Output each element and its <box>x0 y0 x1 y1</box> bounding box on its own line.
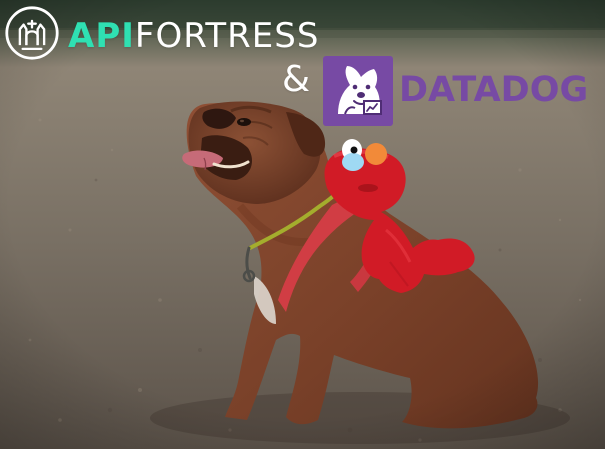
apifortress-wordmark-api: API <box>68 16 135 56</box>
datadog-logo: DATADOG <box>323 56 601 128</box>
apifortress-wordmark: APIFORTRESS <box>68 14 319 58</box>
fortress-shield-icon <box>5 6 59 60</box>
apifortress-wordmark-fortress: FORTRESS <box>134 16 320 56</box>
datadog-dog-icon <box>323 56 393 126</box>
datadog-wordmark: DATADOG <box>399 70 589 110</box>
ampersand-separator: & <box>281 59 311 100</box>
hero-image: APIFORTRESS & DATADOG <box>0 0 605 449</box>
